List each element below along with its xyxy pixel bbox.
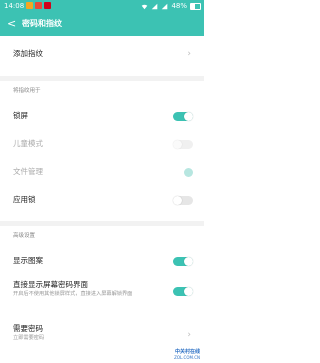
lockscreen-toggle[interactable]: [173, 112, 193, 121]
app-header: < 密码和指纹: [0, 12, 204, 36]
show-pattern-toggle[interactable]: [173, 257, 193, 266]
direct-show-label: 直接显示屏幕密码界面: [13, 280, 88, 289]
wifi-icon: [142, 4, 148, 9]
battery-icon: [190, 2, 201, 10]
watermark: 中关村在线 ZOL.COM.CN: [174, 349, 200, 360]
chevron-right-icon: ›: [187, 49, 191, 59]
back-button[interactable]: <: [7, 17, 16, 31]
direct-show-subtitle: 开启后不使用其他锁屏样式，直接进入屏幕解锁界面: [13, 291, 133, 297]
notification-icon: [26, 2, 33, 9]
signal-icon: [162, 3, 168, 9]
toggle-knob: [184, 257, 193, 266]
toggle-knob: [173, 140, 182, 149]
notification-icon: [44, 2, 51, 9]
require-password-subtitle: 立即需要密码: [13, 335, 45, 341]
app-lock-row[interactable]: 应用锁: [0, 188, 204, 212]
add-fingerprint-row[interactable]: 添加指纹 ›: [0, 36, 204, 72]
app-lock-toggle[interactable]: [173, 196, 193, 205]
notification-icon: [35, 2, 42, 9]
section-divider: [0, 221, 204, 226]
toggle-knob: [184, 168, 193, 177]
file-manager-toggle: [173, 168, 193, 177]
page-title: 密码和指纹: [22, 19, 62, 28]
section-fingerprint-usage: 将指纹用于: [13, 88, 41, 94]
file-manager-row: 文件管理: [0, 160, 204, 184]
notification-icons: [26, 2, 51, 9]
section-advanced: 高级设置: [13, 233, 36, 239]
kids-mode-label: 儿童模式: [13, 139, 43, 148]
toggle-knob: [173, 196, 182, 205]
require-password-label: 需要密码: [13, 324, 43, 333]
show-pattern-label: 显示图案: [13, 256, 43, 265]
status-bar: 14:08 48%: [0, 0, 204, 12]
status-time: 14:08: [4, 2, 25, 10]
toggle-knob: [184, 287, 193, 296]
toggle-knob: [184, 112, 193, 121]
watermark-line2: ZOL.COM.CN: [174, 355, 200, 360]
kids-mode-row: 儿童模式: [0, 132, 204, 156]
app-lock-label: 应用锁: [13, 195, 36, 204]
direct-show-toggle[interactable]: [173, 287, 193, 296]
section-divider: [0, 76, 204, 81]
lockscreen-row[interactable]: 锁屏: [0, 104, 204, 128]
lockscreen-label: 锁屏: [13, 111, 28, 120]
battery-percent: 48%: [171, 2, 187, 10]
add-fingerprint-label: 添加指纹: [13, 49, 43, 58]
signal-icon: [152, 3, 158, 9]
show-pattern-row[interactable]: 显示图案: [0, 249, 204, 273]
require-password-row[interactable]: 需要密码 立即需要密码 ›: [0, 320, 204, 348]
chevron-right-icon: ›: [187, 330, 191, 340]
direct-show-row[interactable]: 直接显示屏幕密码界面 开启后不使用其他锁屏样式，直接进入屏幕解锁界面: [0, 277, 204, 307]
kids-mode-toggle: [173, 140, 193, 149]
file-manager-label: 文件管理: [13, 167, 43, 176]
